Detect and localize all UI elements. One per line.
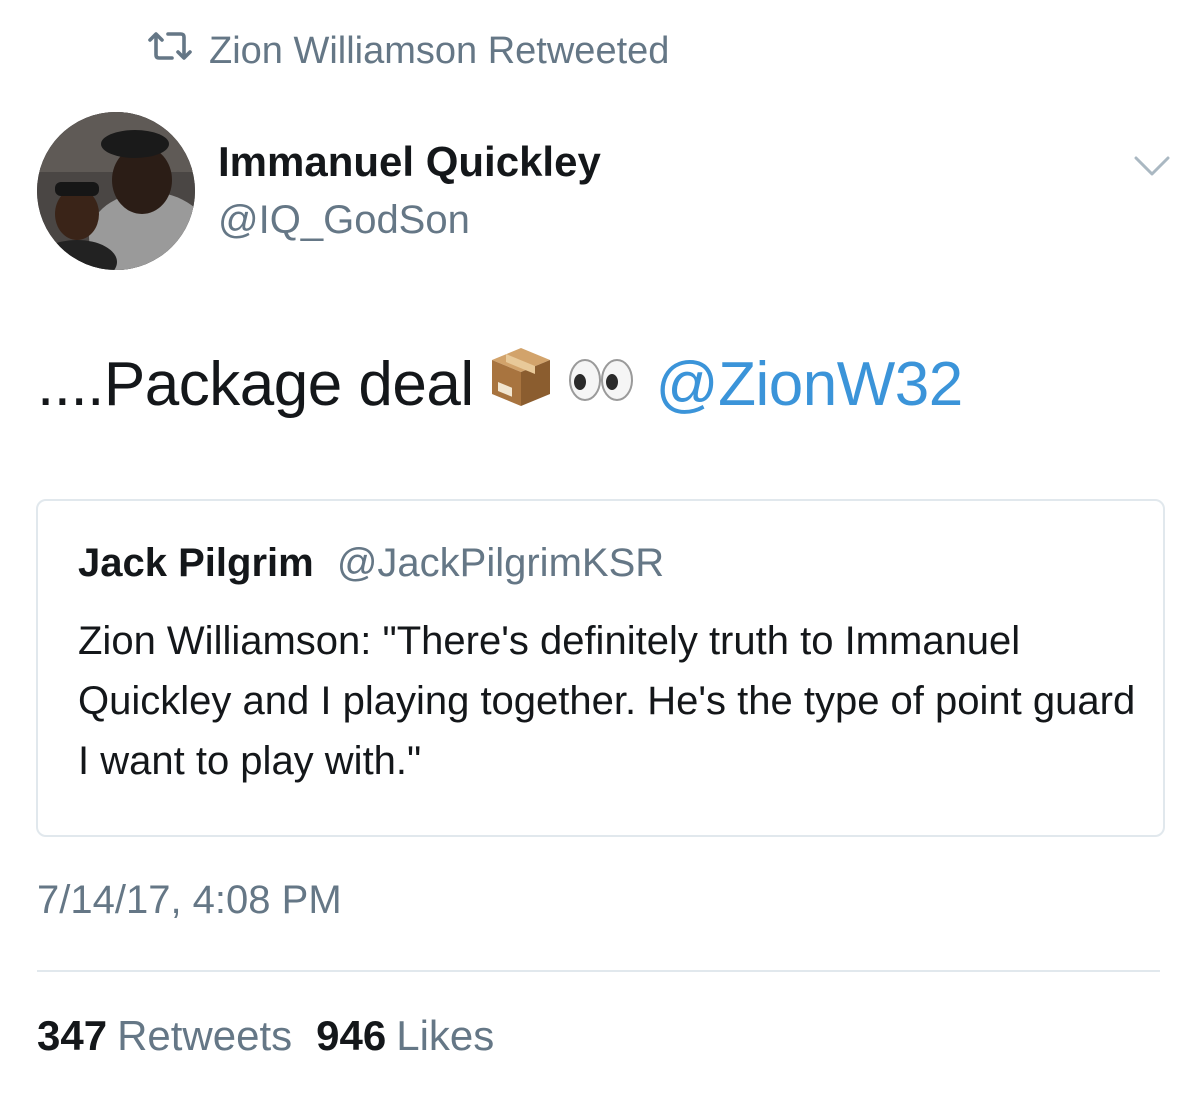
- retweet-context-label: Zion Williamson Retweeted: [209, 29, 670, 72]
- mention-link[interactable]: @ZionW32: [656, 349, 964, 420]
- retweets-label: Retweets: [117, 1012, 293, 1059]
- tweet-text: ....Package deal @ZionW32: [37, 344, 963, 425]
- retweet-icon: [145, 28, 195, 74]
- eyes-emoji: [568, 349, 634, 420]
- quoted-tweet-card[interactable]: Jack Pilgrim @JackPilgrimKSR Zion Willia…: [36, 499, 1165, 837]
- author-handle[interactable]: @IQ_GodSon: [218, 198, 470, 243]
- quoted-author-name[interactable]: Jack Pilgrim: [78, 541, 314, 585]
- tweet-stats: 347 Retweets 946 Likes: [37, 1012, 494, 1060]
- divider: [37, 970, 1160, 972]
- retweets-count: 347: [37, 1012, 108, 1059]
- chevron-down-icon[interactable]: [1132, 152, 1172, 180]
- author-name[interactable]: Immanuel Quickley: [218, 138, 601, 186]
- avatar[interactable]: [37, 112, 195, 270]
- likes-count: 946: [316, 1012, 387, 1059]
- quoted-tweet-header: Jack Pilgrim @JackPilgrimKSR: [78, 541, 664, 586]
- package-emoji: [488, 344, 554, 425]
- quoted-author-handle[interactable]: @JackPilgrimKSR: [337, 541, 664, 585]
- likes-label: Likes: [396, 1012, 495, 1059]
- likes-stat[interactable]: 946 Likes: [316, 1012, 494, 1060]
- retweets-stat[interactable]: 347 Retweets: [37, 1012, 292, 1060]
- quoted-tweet-text: Zion Williamson: "There's definitely tru…: [78, 619, 1136, 783]
- retweet-context[interactable]: Zion Williamson Retweeted: [145, 28, 669, 74]
- tweet-timestamp[interactable]: 7/14/17, 4:08 PM: [37, 878, 342, 923]
- tweet-text-body: ....Package deal: [37, 350, 474, 419]
